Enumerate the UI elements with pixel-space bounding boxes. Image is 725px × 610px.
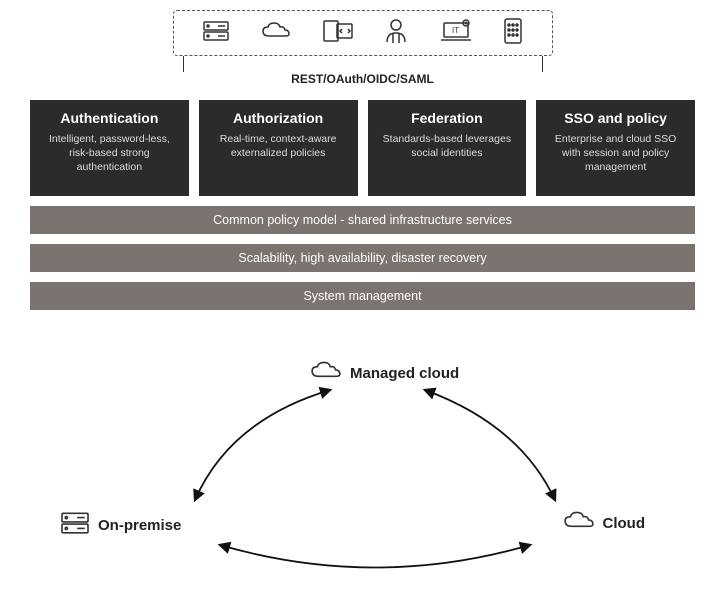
node-label: On-premise bbox=[98, 517, 181, 534]
architecture-diagram: IT REST/OAuth/OIDC/SAML Authentication I… bbox=[0, 0, 725, 610]
protocols-rail: REST/OAuth/OIDC/SAML bbox=[173, 56, 553, 86]
card-authentication: Authentication Intelligent, password-les… bbox=[30, 100, 189, 196]
node-cloud: Cloud bbox=[563, 510, 646, 536]
card-desc: Enterprise and cloud SSO with session an… bbox=[546, 132, 685, 175]
server-icon bbox=[60, 510, 90, 540]
bar-sysmgmt: System management bbox=[30, 282, 695, 310]
card-desc: Standards-based leverages social identit… bbox=[378, 132, 517, 160]
deployment-diagram: Managed cloud On-premise Cloud bbox=[30, 360, 695, 590]
card-authorization: Authorization Real-time, context-aware e… bbox=[199, 100, 358, 196]
card-desc: Intelligent, password-less, risk-based s… bbox=[40, 132, 179, 175]
capability-cards: Authentication Intelligent, password-les… bbox=[30, 100, 695, 196]
svg-text:IT: IT bbox=[452, 26, 459, 35]
card-title: Federation bbox=[378, 110, 517, 126]
cloud-icon bbox=[563, 510, 595, 536]
protocols-label: REST/OAuth/OIDC/SAML bbox=[173, 72, 553, 86]
server-icon bbox=[203, 19, 229, 48]
card-title: Authentication bbox=[40, 110, 179, 126]
card-title: SSO and policy bbox=[546, 110, 685, 126]
card-title: Authorization bbox=[209, 110, 348, 126]
user-icon bbox=[384, 18, 408, 49]
mobile-grid-icon bbox=[504, 18, 522, 49]
node-label: Cloud bbox=[603, 515, 646, 532]
code-window-icon bbox=[323, 19, 353, 48]
node-on-premise: On-premise bbox=[60, 510, 181, 540]
cloud-icon bbox=[261, 21, 291, 46]
card-federation: Federation Standards-based leverages soc… bbox=[368, 100, 527, 196]
card-desc: Real-time, context-aware externalized po… bbox=[209, 132, 348, 160]
deployment-arrows bbox=[30, 360, 695, 590]
cloud-icon bbox=[310, 360, 342, 386]
bar-policy-model: Common policy model - shared infrastruct… bbox=[30, 206, 695, 234]
card-sso-policy: SSO and policy Enterprise and cloud SSO … bbox=[536, 100, 695, 196]
bar-scalability: Scalability, high availability, disaster… bbox=[30, 244, 695, 272]
it-laptop-icon: IT bbox=[440, 19, 472, 48]
client-types-strip: IT bbox=[173, 10, 553, 56]
node-managed-cloud: Managed cloud bbox=[310, 360, 459, 386]
node-label: Managed cloud bbox=[350, 365, 459, 382]
